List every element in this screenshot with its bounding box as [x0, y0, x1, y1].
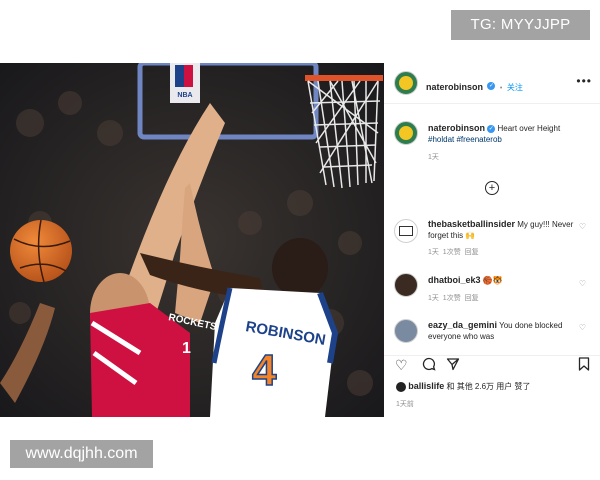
- comment-avatar[interactable]: [394, 319, 418, 343]
- avatar[interactable]: [394, 71, 418, 95]
- comment-avatar[interactable]: [394, 219, 418, 243]
- post-header: naterobinson ✓ • 关注 •••: [384, 63, 600, 104]
- instagram-post: NBA ROCKETS 1 ROBINSON 4 naterobinson ✓ …: [0, 63, 600, 417]
- caption-hashtags[interactable]: #holdat #freenaterob: [428, 135, 502, 144]
- comment-item: thebasketballinsider My guy!!! Never for…: [428, 219, 574, 257]
- comment-reply[interactable]: 回复: [465, 249, 479, 256]
- post-side-panel: naterobinson ✓ • 关注 ••• naterobinson ✓ H…: [384, 63, 600, 417]
- comment-icon[interactable]: [422, 357, 436, 374]
- comment-likes[interactable]: 1次赞: [443, 249, 461, 256]
- comment-username[interactable]: thebasketballinsider: [428, 219, 515, 229]
- post-date: 1天前: [396, 401, 414, 408]
- comment-item: dhatboi_ek3 🏀🐯 1天 1次赞 回复: [428, 275, 574, 303]
- nba-logo-text: NBA: [177, 92, 192, 99]
- basketball-photo: NBA ROCKETS 1 ROBINSON 4: [0, 63, 384, 417]
- plus-circle-icon[interactable]: +: [485, 181, 499, 195]
- heart-icon[interactable]: ♡: [395, 357, 408, 374]
- more-icon[interactable]: •••: [576, 74, 592, 88]
- verified-icon: ✓: [487, 81, 496, 90]
- follow-button[interactable]: 关注: [507, 83, 523, 92]
- share-icon[interactable]: [446, 357, 460, 374]
- comment-likes[interactable]: 1次赞: [443, 295, 461, 302]
- comment-avatar[interactable]: [394, 273, 418, 297]
- rockets-jersey-number: 1: [182, 340, 191, 357]
- comment-reply[interactable]: 回复: [465, 295, 479, 302]
- dot-separator: •: [499, 85, 503, 92]
- watermark-bottom: www.dqjhh.com: [10, 440, 153, 468]
- liker-avatar[interactable]: [396, 381, 406, 392]
- verified-icon: ✓: [487, 124, 496, 133]
- knicks-jersey-number: 4: [252, 346, 277, 395]
- bookmark-icon[interactable]: [578, 357, 590, 374]
- caption-text: Heart over Height: [497, 124, 561, 133]
- header-username[interactable]: naterobinson: [426, 82, 483, 92]
- likes-text[interactable]: 和 其他 2.6万 用户 赞了: [446, 382, 530, 391]
- comment-text: 🏀🐯: [482, 276, 503, 285]
- caption-time: 1天: [428, 154, 439, 161]
- comment-like-icon[interactable]: ♡: [579, 279, 586, 288]
- likes-username[interactable]: ballislife: [408, 381, 444, 391]
- caption: naterobinson ✓ Heart over Height #holdat…: [428, 123, 588, 162]
- comment-time: 1天: [428, 249, 439, 256]
- likes-summary: ballislife 和 其他 2.6万 用户 赞了: [396, 381, 531, 392]
- watermark-top: TG: MYYJJPP: [451, 10, 590, 40]
- comment-like-icon[interactable]: ♡: [579, 222, 586, 231]
- comment-username[interactable]: eazy_da_gemini: [428, 320, 497, 330]
- comment-item: eazy_da_gemini You done blocked everyone…: [428, 320, 574, 342]
- caption-username[interactable]: naterobinson: [428, 123, 485, 133]
- post-photo[interactable]: NBA ROCKETS 1 ROBINSON 4: [0, 63, 384, 417]
- comment-time: 1天: [428, 295, 439, 302]
- action-bar: ♡: [384, 355, 600, 376]
- comment-username[interactable]: dhatboi_ek3: [428, 275, 481, 285]
- comment-like-icon[interactable]: ♡: [579, 323, 586, 332]
- caption-avatar[interactable]: [394, 121, 418, 145]
